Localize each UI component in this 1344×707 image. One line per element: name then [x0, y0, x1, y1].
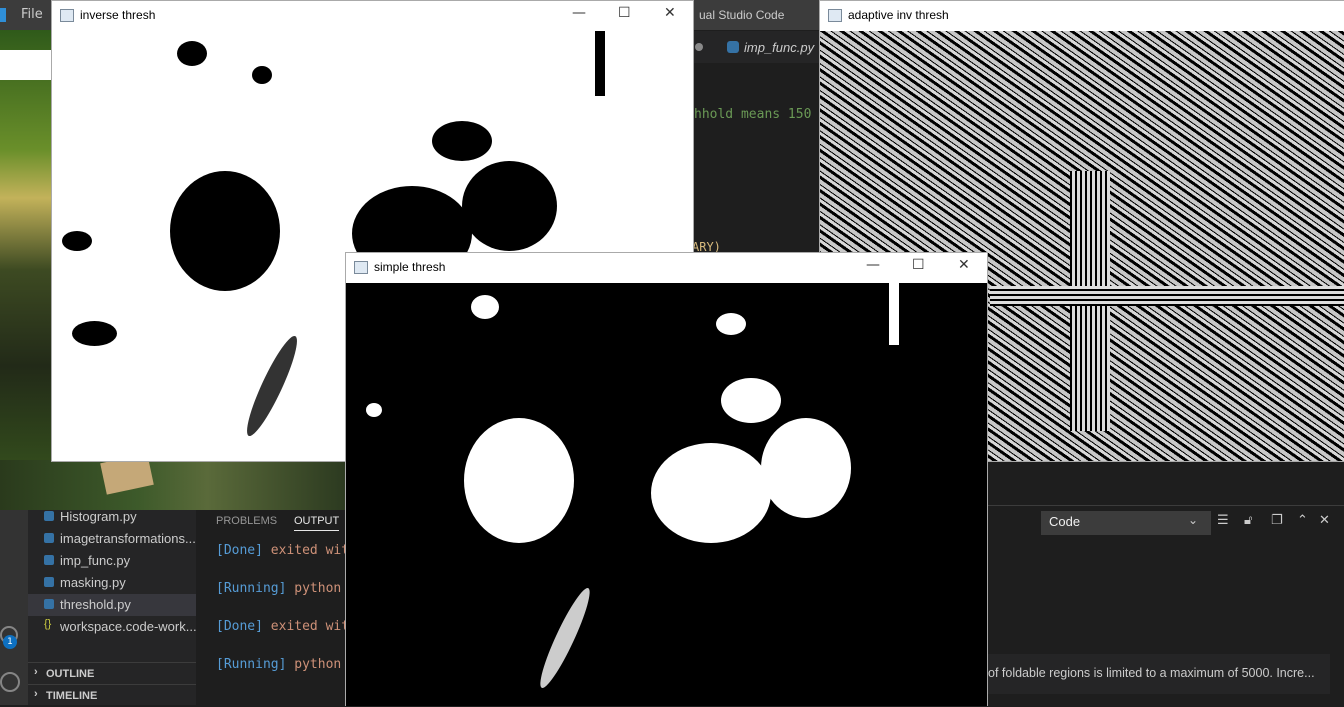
output-text: exited wit [270, 619, 350, 634]
window-title: inverse thresh [80, 8, 156, 22]
file-item-histogram[interactable]: Histogram.py [28, 506, 196, 528]
blob [889, 283, 899, 345]
python-file-icon [44, 533, 54, 543]
blob [462, 161, 557, 251]
lock-icon[interactable]: 🔓︎ [1244, 513, 1252, 528]
maximize-icon[interactable]: ☐ [912, 257, 925, 273]
file-item-masking[interactable]: masking.py [28, 572, 196, 594]
file-label: Histogram.py [60, 509, 137, 524]
window-titlebar[interactable]: adaptive inv thresh [820, 1, 1344, 31]
window-title: simple thresh [374, 260, 446, 274]
blob [595, 31, 605, 96]
blob [533, 584, 597, 692]
file-item-imagetransformations[interactable]: imagetransformations... [28, 528, 196, 550]
blob [366, 403, 382, 417]
blob [62, 231, 92, 251]
blob [471, 295, 499, 319]
panel-divider [986, 505, 1344, 506]
file-label: imagetransformations... [60, 531, 196, 546]
blob [761, 418, 851, 518]
close-panel-icon[interactable]: ✕ [1319, 513, 1330, 528]
explorer-fragment [0, 50, 52, 80]
app-window-icon [60, 9, 74, 22]
open-editor-icon[interactable]: ❐ [1271, 513, 1283, 528]
window-title: adaptive inv thresh [848, 8, 949, 22]
window-simple-thresh[interactable]: simple thresh — ☐ ✕ [345, 252, 988, 706]
close-icon[interactable]: ✕ [664, 5, 676, 21]
minimize-icon[interactable]: — [866, 257, 880, 273]
notification-text: of foldable regions is limited to a maxi… [988, 666, 1315, 680]
board-shape [990, 286, 1344, 306]
minimize-icon[interactable]: — [572, 5, 586, 21]
blob [651, 443, 771, 543]
blob [170, 171, 280, 291]
blob [252, 66, 272, 84]
editor-tab-imp-func[interactable]: imp_func.py [744, 40, 814, 55]
file-label: imp_func.py [60, 553, 131, 568]
maximize-panel-icon[interactable]: ⌃ [1297, 513, 1308, 528]
output-status: [Done] [216, 543, 263, 558]
python-file-icon [727, 41, 739, 53]
section-label: TIMELINE [46, 690, 98, 702]
blob [464, 418, 574, 543]
python-file-icon [44, 599, 54, 609]
maximize-icon[interactable]: ☐ [618, 5, 631, 21]
output-line: [Done] exited wit [216, 619, 349, 634]
output-panel [196, 510, 346, 705]
chevron-right-icon: › [34, 688, 38, 700]
output-status: [Done] [216, 619, 263, 634]
image-simple-threshold [346, 283, 987, 706]
blob [721, 378, 781, 423]
window-titlebar[interactable]: inverse thresh — ☐ ✕ [52, 1, 693, 31]
menu-file[interactable]: File [21, 7, 43, 22]
section-outline[interactable]: › OUTLINE [28, 662, 196, 685]
unsaved-dot-icon[interactable] [695, 43, 703, 51]
tab-problems[interactable]: PROBLEMS [216, 515, 277, 527]
notification-badge: 1 [3, 635, 17, 649]
python-file-icon [44, 555, 54, 565]
chevron-down-icon: ⌄ [1188, 513, 1199, 527]
blob [177, 41, 207, 66]
blob [72, 321, 117, 346]
close-icon[interactable]: ✕ [958, 257, 970, 273]
output-line: [Running] python [216, 657, 341, 672]
window-titlebar[interactable]: simple thresh — ☐ ✕ [346, 253, 987, 283]
app-window-icon [354, 261, 368, 274]
section-label: OUTLINE [46, 668, 95, 680]
code-comment: hhold means 150 [694, 107, 812, 122]
file-item-workspace[interactable]: {} workspace.code-work... [28, 616, 196, 638]
output-channel-value: Code [1049, 514, 1081, 529]
vscode-logo-icon [0, 8, 6, 22]
desktop-wallpaper [0, 30, 52, 510]
section-timeline[interactable]: › TIMELINE [28, 684, 196, 707]
file-item-threshold[interactable]: threshold.py [28, 594, 196, 616]
output-text: exited wit [270, 543, 350, 558]
output-line: [Running] python [216, 581, 341, 596]
blob [239, 331, 305, 441]
app-window-icon [828, 9, 842, 22]
output-line: [Done] exited wit [216, 543, 349, 558]
gear-icon[interactable] [0, 672, 20, 692]
file-item-imp-func[interactable]: imp_func.py [28, 550, 196, 572]
json-file-icon: {} [44, 618, 52, 630]
code-editor[interactable] [692, 63, 820, 253]
output-status: [Running] [216, 657, 287, 672]
chevron-right-icon: › [34, 666, 38, 678]
window-title: ual Studio Code [699, 8, 785, 22]
python-file-icon [44, 511, 54, 521]
output-text: python [294, 657, 342, 672]
desktop-wallpaper-bottom [0, 460, 345, 510]
tab-output[interactable]: OUTPUT [294, 515, 340, 531]
python-file-icon [44, 577, 54, 587]
blob [432, 121, 492, 161]
file-label: masking.py [60, 575, 126, 590]
blob [716, 313, 746, 335]
file-label: workspace.code-work... [60, 619, 196, 634]
file-label: threshold.py [60, 597, 131, 612]
output-text: python [294, 581, 342, 596]
clear-output-icon[interactable]: ☰ [1217, 513, 1229, 528]
output-status: [Running] [216, 581, 287, 596]
